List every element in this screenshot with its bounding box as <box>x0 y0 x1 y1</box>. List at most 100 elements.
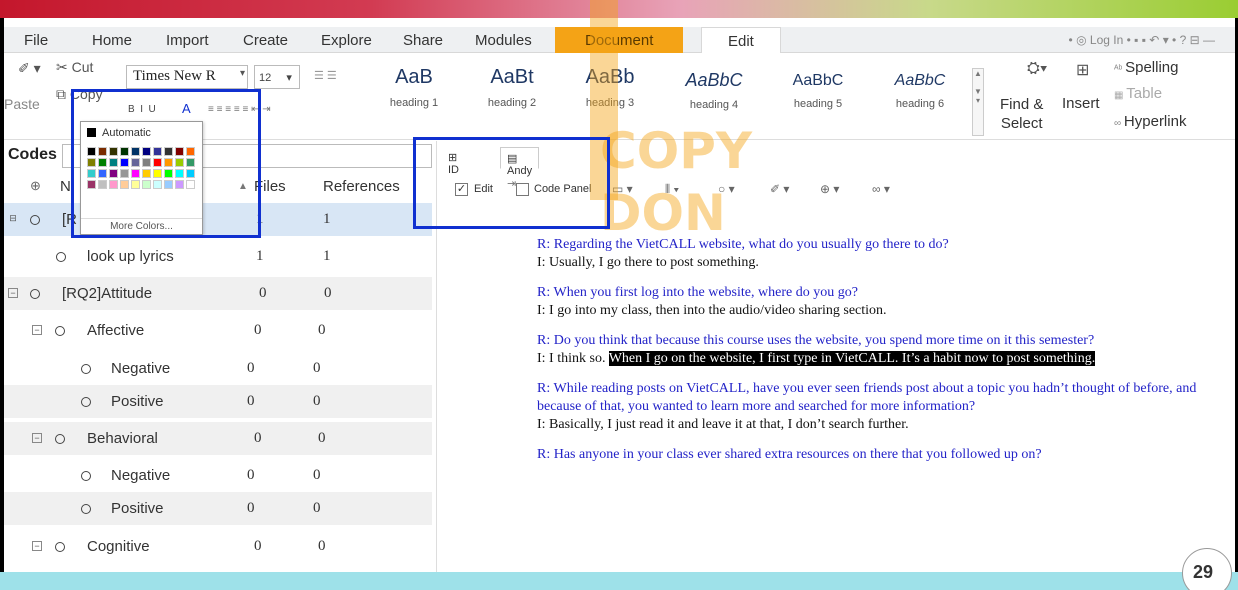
zoom-icon[interactable]: ⊕ ▾ <box>820 182 839 196</box>
collapse-icon[interactable]: − <box>32 541 42 551</box>
code-files: 0 <box>254 538 262 554</box>
interviewer-line: R: Do you think that because this course… <box>537 333 1095 348</box>
menu-import[interactable]: Import <box>166 32 209 49</box>
style-heading-2[interactable]: AaBt heading 2 <box>462 62 562 132</box>
style-heading-6[interactable]: AaBbC heading 6 <box>870 62 970 132</box>
tree-row[interactable]: − [RQ2]Attitude 0 0 <box>4 277 432 310</box>
tree-row[interactable]: Positive 0 0 <box>4 492 432 525</box>
code-node-icon <box>30 215 40 225</box>
menu-share[interactable]: Share <box>403 32 443 49</box>
format-painter-icon[interactable]: ✐ ▾ <box>18 60 41 77</box>
code-refs: 1 <box>323 211 331 227</box>
code-files: 0 <box>247 500 255 516</box>
code-refs: 0 <box>313 467 321 483</box>
styles-gallery-scroll[interactable]: ▲ ▼ ▾ <box>972 68 984 136</box>
code-refs: 0 <box>313 500 321 516</box>
tree-row[interactable]: Negative 0 0 <box>4 352 432 385</box>
code-files: 0 <box>259 285 267 301</box>
collapse-icon[interactable]: − <box>32 433 42 443</box>
font-size-field[interactable]: 12 ▾ <box>254 65 300 89</box>
code-node-icon <box>30 289 40 299</box>
region-icon[interactable]: ○ ▾ <box>718 182 735 196</box>
menu-edit[interactable]: Edit <box>701 27 781 53</box>
style-heading-1[interactable]: AaB heading 1 <box>364 62 464 132</box>
code-name: Affective <box>87 322 145 339</box>
code-node-icon <box>55 434 65 444</box>
code-node-icon <box>55 542 65 552</box>
collapse-icon[interactable]: − <box>8 288 18 298</box>
code-refs: 0 <box>318 322 326 338</box>
interviewee-line: I: I think so. When I go on the website,… <box>537 351 1096 366</box>
code-files: 0 <box>254 430 262 446</box>
code-refs: 0 <box>318 430 326 446</box>
tree-row[interactable]: Negative 0 0 <box>4 459 432 492</box>
table-button[interactable]: ▦ Table <box>1114 85 1162 102</box>
tree-row[interactable]: look up lyrics 1 1 <box>4 240 432 273</box>
tree-row[interactable]: − Affective 0 0 <box>4 314 432 347</box>
tree-row[interactable]: − Cognitive 0 0 <box>4 530 432 563</box>
table-icon: ▦ <box>1114 90 1127 101</box>
login-area[interactable]: • ◎ Log In • ▪ ▪ ↶ ▾ • ? ⊟ — <box>1069 33 1215 47</box>
menu-modules[interactable]: Modules <box>475 32 532 49</box>
code-refs: 0 <box>318 538 326 554</box>
menu-explore[interactable]: Explore <box>321 32 372 49</box>
interviewee-line: I: Basically, I just read it and leave i… <box>537 417 909 432</box>
menu-home[interactable]: Home <box>92 32 132 49</box>
code-node-icon <box>81 364 91 374</box>
slide-bottom-strip <box>0 572 1238 590</box>
code-name: Negative <box>111 467 171 484</box>
copy-icon: ⧉ <box>56 86 70 102</box>
selected-text[interactable]: When I go on the website, I first type i… <box>608 351 1096 366</box>
tree-row[interactable]: − Behavioral 0 0 <box>4 422 432 455</box>
interviewer-line: R: When you first log into the website, … <box>537 285 858 300</box>
binoculars-icon: ⛭▾ <box>1027 60 1048 77</box>
code-node-icon <box>81 504 91 514</box>
code-name: Positive <box>111 500 164 517</box>
page-number: 29 <box>1182 548 1232 590</box>
code-node-icon <box>56 252 66 262</box>
menu-create[interactable]: Create <box>243 32 288 49</box>
insert-button[interactable]: Insert <box>1062 95 1100 112</box>
code-refs: 1 <box>323 248 331 264</box>
codes-title: Codes <box>8 146 57 163</box>
column-name-header[interactable]: N <box>60 178 71 195</box>
annotation-box-font-color <box>71 89 261 238</box>
font-name-dropdown-icon[interactable]: ▾ <box>240 68 245 79</box>
collapse-icon[interactable]: ⊟ <box>8 214 18 224</box>
style-heading-4[interactable]: AaBbC heading 4 <box>664 62 764 132</box>
quick-access-icons[interactable]: • ▪ ▪ ↶ ▾ • ? ⊟ — <box>1123 33 1215 47</box>
transcript[interactable]: R: Regarding the VietCALL website, what … <box>537 236 1217 476</box>
code-name: Behavioral <box>87 430 158 447</box>
slide-top-gradient-bar <box>0 0 1238 18</box>
font-name-field[interactable]: Times New R <box>126 65 248 89</box>
code-name: look up lyrics <box>87 248 174 265</box>
cut-button[interactable]: ✂ Cut <box>56 59 93 76</box>
interviewee-line: I: Usually, I go there to post something… <box>537 255 759 270</box>
link-icon[interactable]: ∞ ▾ <box>872 182 890 196</box>
collapse-icon[interactable]: − <box>32 325 42 335</box>
annotation-box-edit-toggle <box>413 137 610 229</box>
code-refs: 0 <box>324 285 332 301</box>
hyperlink-button[interactable]: ∞ Hyperlink <box>1114 113 1186 130</box>
highlight-icon[interactable]: ✐ ▾ <box>770 182 789 196</box>
code-name: Cognitive <box>87 538 150 555</box>
insert-icon: ⊞ <box>1076 62 1090 79</box>
code-files: 1 <box>256 248 264 264</box>
style-heading-5[interactable]: AaBbC heading 5 <box>768 62 868 132</box>
column-references-header[interactable]: References <box>323 178 400 195</box>
menu-file[interactable]: File <box>24 32 48 49</box>
tree-row[interactable]: Positive 0 0 <box>4 385 432 418</box>
login-link[interactable]: Log In <box>1090 33 1123 47</box>
code-node-icon <box>55 326 65 336</box>
add-code-icon[interactable]: ⊕ <box>30 178 41 194</box>
list-buttons[interactable]: ☰ ☰ <box>314 69 337 82</box>
code-name: Positive <box>111 393 164 410</box>
paste-button[interactable]: Paste <box>4 96 40 112</box>
code-name: [RQ2]Attitude <box>62 285 153 302</box>
code-files: 0 <box>247 467 255 483</box>
coding-stripes-icon[interactable]: ⫴ ▾ <box>665 182 679 197</box>
code-node-icon <box>81 397 91 407</box>
spelling-button[interactable]: ᴬᵇ Spelling <box>1114 59 1178 76</box>
menu-document[interactable]: Document <box>555 27 684 53</box>
find-select-button[interactable]: Find & Select <box>1000 95 1043 133</box>
